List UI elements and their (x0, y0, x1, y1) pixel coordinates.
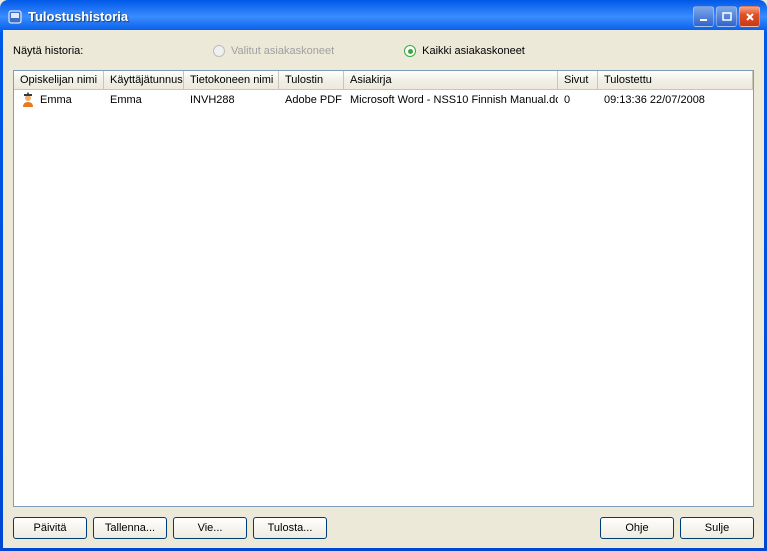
radio-all-clients-label: Kaikki asiakaskoneet (422, 45, 525, 57)
client-area: Näytä historia: Valitut asiakaskoneet Ka… (3, 30, 764, 548)
help-button[interactable]: Ohje (600, 517, 674, 539)
titlebar[interactable]: Tulostushistoria (3, 3, 764, 30)
col-printed[interactable]: Tulostettu (598, 71, 753, 89)
radio-selected-clients-label: Valitut asiakaskoneet (231, 45, 334, 57)
table-row[interactable]: Emma Emma INVH288 Adobe PDF Microsoft Wo… (14, 90, 753, 110)
table-header: Opiskelijan nimi Käyttäjätunnus Tietokon… (14, 71, 753, 90)
radio-icon (213, 45, 225, 57)
col-pages[interactable]: Sivut (558, 71, 598, 89)
radio-selected-clients: Valitut asiakaskoneet (213, 45, 334, 57)
save-button[interactable]: Tallenna... (93, 517, 167, 539)
cell-computer: INVH288 (184, 92, 279, 108)
radio-all-clients[interactable]: Kaikki asiakaskoneet (404, 45, 525, 57)
spacer (333, 517, 594, 540)
window-title: Tulostushistoria (28, 9, 693, 24)
show-history-label: Näytä historia: (13, 45, 213, 57)
maximize-button[interactable] (716, 6, 737, 27)
cell-pages: 0 (558, 92, 598, 108)
refresh-button[interactable]: Päivitä (13, 517, 87, 539)
cell-printer: Adobe PDF (279, 92, 344, 108)
close-dialog-button[interactable]: Sulje (680, 517, 754, 539)
window-controls (693, 6, 760, 27)
app-icon (7, 9, 23, 25)
col-student[interactable]: Opiskelijan nimi (14, 71, 104, 89)
cell-student: Emma (14, 90, 104, 110)
table-body: Emma Emma INVH288 Adobe PDF Microsoft Wo… (14, 90, 753, 110)
cell-printed: 09:13:36 22/07/2008 (598, 92, 753, 108)
cell-document: Microsoft Word - NSS10 Finnish Manual.do… (344, 92, 558, 108)
close-button[interactable] (739, 6, 760, 27)
minimize-button[interactable] (693, 6, 714, 27)
col-document[interactable]: Asiakirja (344, 71, 558, 89)
button-bar: Päivitä Tallenna... Vie... Tulosta... Oh… (13, 517, 754, 540)
col-printer[interactable]: Tulostin (279, 71, 344, 89)
export-button[interactable]: Vie... (173, 517, 247, 539)
history-table[interactable]: Opiskelijan nimi Käyttäjätunnus Tietokon… (13, 70, 754, 507)
filter-row: Näytä historia: Valitut asiakaskoneet Ka… (13, 40, 754, 62)
radio-icon (404, 45, 416, 57)
student-icon (20, 92, 36, 108)
cell-student-text: Emma (40, 94, 72, 106)
print-button[interactable]: Tulosta... (253, 517, 327, 539)
col-login[interactable]: Käyttäjätunnus (104, 71, 184, 89)
window-frame: Tulostushistoria Näytä historia: Valitut… (0, 0, 767, 551)
col-computer[interactable]: Tietokoneen nimi (184, 71, 279, 89)
cell-login: Emma (104, 92, 184, 108)
